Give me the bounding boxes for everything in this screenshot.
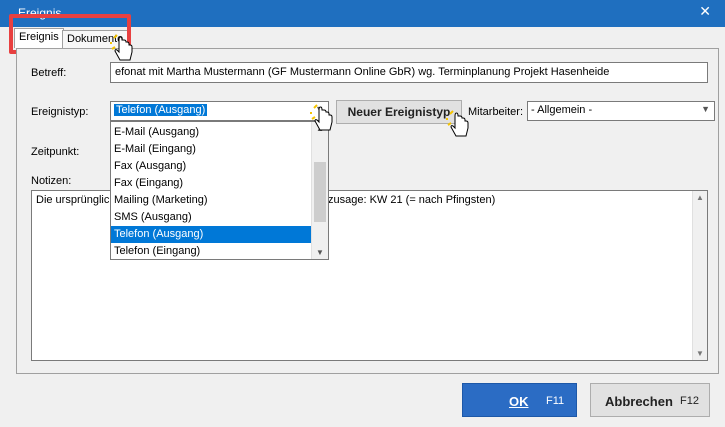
dropdown-item-email-eingang[interactable]: E-Mail (Eingang) [111,141,311,158]
ok-button-shortcut: F11 [546,395,565,407]
ereignistyp-value: Telefon (Ausgang) [114,104,208,116]
chevron-down-icon: ▼ [315,104,324,114]
mitarbeiter-value: - Allgemein - [531,104,593,116]
window-title: Ereignis [18,6,62,20]
dropdown-item-fax-ausgang[interactable]: Fax (Ausgang) [111,158,311,175]
close-icon[interactable]: ✕ [699,3,711,20]
ok-button-label: OK [509,394,529,409]
ok-button[interactable]: OK F11 [462,383,577,417]
mitarbeiter-select[interactable]: - Allgemein - ▼ [527,101,715,121]
notizen-text-left: Die ursprüngliche [36,194,122,206]
zeitpunkt-label: Zeitpunkt: [31,146,80,158]
mitarbeiter-label: Mitarbeiter: [468,106,524,118]
ereignistyp-label: Ereignistyp: [31,106,89,118]
dropdown-scrollbar[interactable]: ▲ ▼ [311,122,328,259]
tab-dokumente-label: Dokumente [67,33,124,45]
neuer-ereignistyp-label: Neuer Ereignistyp [347,105,451,119]
scroll-down-icon: ▼ [696,349,704,358]
cancel-button-label: Abbrechen [605,394,673,409]
scroll-up-icon: ▲ [316,124,324,133]
notizen-text-right: zusage: KW 21 (= nach Pfingsten) [328,194,496,206]
dropdown-item-mailing-marketing[interactable]: Mailing (Marketing) [111,192,311,209]
betreff-input[interactable]: efonat mit Martha Mustermann (GF Musterm… [110,62,708,83]
tab-ereignis-label: Ereignis [19,31,59,43]
cancel-button[interactable]: Abbrechen F12 [590,383,710,417]
dropdown-item-fax-eingang[interactable]: Fax (Eingang) [111,175,311,192]
tab-ereignis[interactable]: Ereignis [14,28,64,48]
betreff-value: efonat mit Martha Mustermann (GF Musterm… [115,66,610,78]
neuer-ereignistyp-button[interactable]: Neuer Ereignistyp [336,100,462,124]
dropdown-item-telefon-ausgang[interactable]: Telefon (Ausgang) [111,226,311,243]
dropdown-item-telefon-eingang[interactable]: Telefon (Eingang) [111,243,311,260]
scroll-thumb[interactable] [314,162,326,222]
betreff-label: Betreff: [31,67,67,79]
tab-dokumente[interactable]: Dokumente [62,30,129,48]
dropdown-item-sms-ausgang[interactable]: SMS (Ausgang) [111,209,311,226]
notizen-label: Notizen: [31,175,72,187]
ereignistyp-dropdown-list[interactable]: E-Mail (Ausgang) E-Mail (Eingang) Fax (A… [110,121,329,260]
dropdown-item-email-ausgang[interactable]: E-Mail (Ausgang) [111,124,311,141]
notizen-scrollbar[interactable]: ▲ ▼ [692,191,707,360]
scroll-down-icon: ▼ [316,248,324,257]
scroll-up-icon: ▲ [696,193,704,202]
chevron-down-icon: ▼ [701,104,710,114]
ereignistyp-select[interactable]: Telefon (Ausgang) ▼ [110,101,329,121]
window-titlebar: Ereignis ✕ [0,0,725,27]
cancel-button-shortcut: F12 [680,395,699,407]
